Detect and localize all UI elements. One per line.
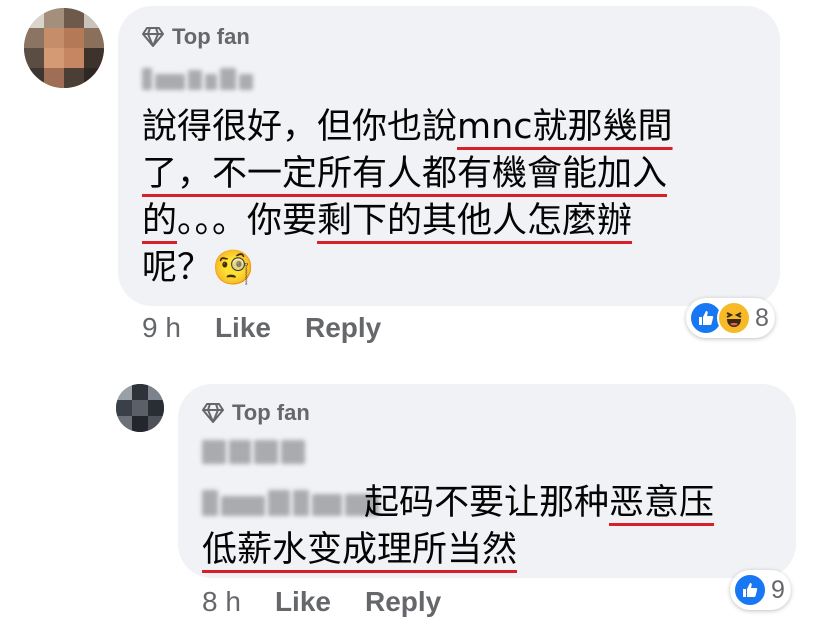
badge-label: Top fan (172, 24, 250, 49)
reply-timestamp[interactable]: 8 h (202, 586, 241, 618)
reaction-summary[interactable]: 9 (730, 570, 791, 610)
diamond-icon (142, 27, 164, 47)
text-segment: 說得很好，但你也說 (142, 107, 458, 147)
author-name-blurred[interactable] (202, 440, 305, 464)
reaction-count: 9 (771, 575, 785, 604)
reply-button[interactable]: Reply (365, 586, 441, 618)
like-button[interactable]: Like (215, 312, 271, 344)
underlined-text: 的 (142, 201, 178, 241)
comment-bubble: Top fan 說得很好，但你也說mnc就那幾間 了，不一定所有人都有機會能加入的… (118, 6, 780, 306)
comment-timestamp[interactable]: 9 h (142, 312, 181, 344)
monocle-face-emoji: 🧐 (212, 248, 255, 288)
reaction-count: 8 (755, 303, 769, 332)
text-segment: 。。。你要 (177, 201, 318, 241)
text-segment: 呢？ (142, 248, 213, 288)
underlined-text: 剩下的其他人怎麼辦 (317, 201, 633, 241)
reply-avatar[interactable] (116, 384, 164, 432)
comment-line: 了，不一定所有人都有機會能加入 (142, 151, 673, 198)
comment-line: 低薪水变成理所当然 (202, 527, 714, 574)
top-fan-badge: Top fan (202, 400, 310, 426)
reply-text: 起码不要让那种恶意压 低薪水变成理所当然 (202, 480, 714, 574)
author-name-blurred[interactable] (142, 68, 253, 90)
underlined-text: mnc就那幾間 (457, 107, 673, 147)
text-segment: 起码不要让那种 (364, 483, 610, 523)
haha-icon (717, 301, 751, 335)
top-fan-badge: Top fan (142, 24, 250, 50)
comment-line: 的。。。你要剩下的其他人怎麼辦 (142, 198, 673, 245)
underlined-text: 低薪水变成理所当然 (202, 530, 518, 570)
comment-meta: 9 h Like Reply (142, 312, 381, 344)
underlined-text: 了，不一定所有人都有機會能加入 (142, 154, 668, 194)
comment-line: 說得很好，但你也說mnc就那幾間 (142, 104, 673, 151)
comment-text: 說得很好，但你也說mnc就那幾間 了，不一定所有人都有機會能加入 的。。。你要剩下的… (142, 104, 673, 292)
comment-line: 呢？🧐 (142, 245, 673, 292)
reply-bubble: Top fan 起码不要让那种恶意压 低薪水变成理所当然 (178, 384, 796, 578)
badge-label: Top fan (232, 400, 310, 425)
reaction-summary[interactable]: 8 (686, 298, 775, 338)
commenter-avatar[interactable] (24, 8, 104, 88)
like-button[interactable]: Like (275, 586, 331, 618)
reply-button[interactable]: Reply (305, 312, 381, 344)
like-icon (733, 573, 767, 607)
diamond-icon (202, 403, 224, 423)
comment-line: 起码不要让那种恶意压 (202, 480, 714, 527)
underlined-text: 恶意压 (609, 483, 715, 523)
reply-meta: 8 h Like Reply (202, 586, 441, 618)
